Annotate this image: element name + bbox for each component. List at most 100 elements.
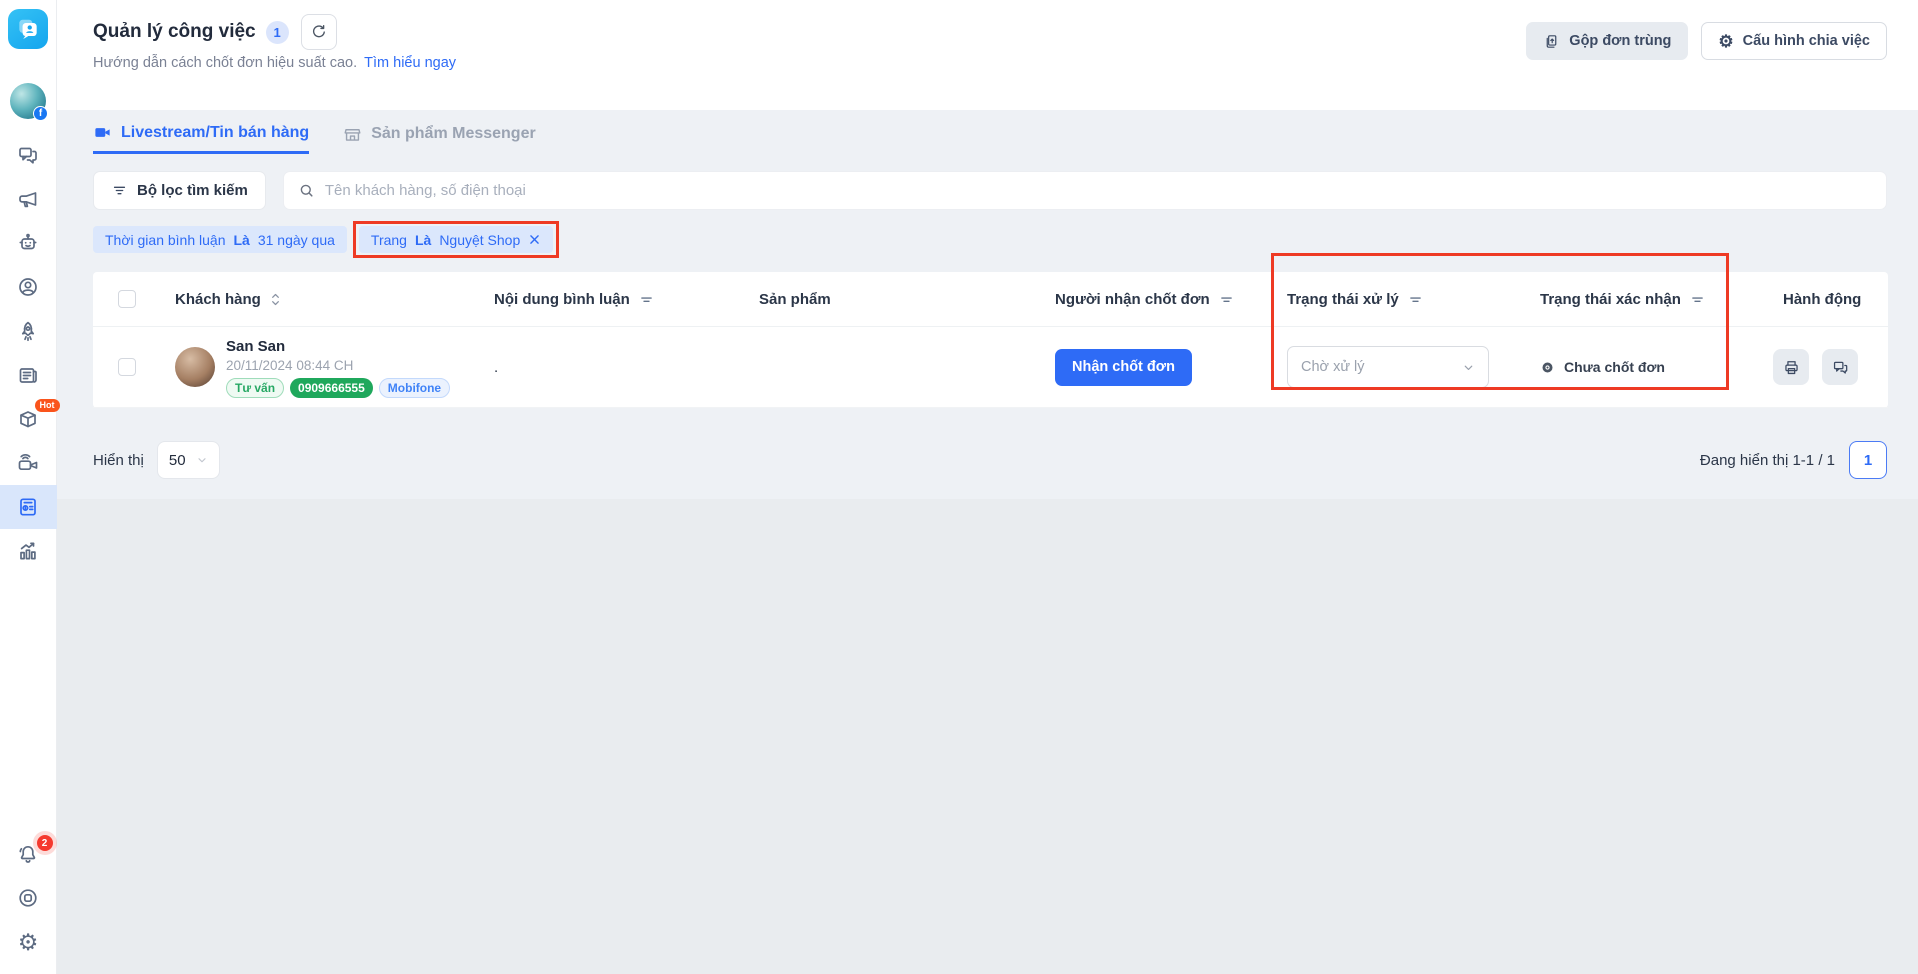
page-header-left: Quản lý công việc 1 Hướng dẫn cách chốt … [93,14,456,71]
process-status-select[interactable]: Chờ xử lý [1287,346,1489,388]
app-window: f Hot 2 ⚙ Quản lý công việc 1 Hướng dẫn … [0,0,1918,974]
refresh-icon [312,25,325,38]
megaphone-icon [19,192,37,208]
search-icon [300,184,313,197]
robot-icon [19,233,37,250]
header-cell-confirm-status: Trạng thái xác nhận [1515,291,1758,308]
page-number-button[interactable]: 1 [1849,441,1887,479]
select-all-checkbox[interactable] [118,290,136,308]
hot-badge: Hot [34,399,60,412]
chip-value: Nguyệt Shop [439,231,521,248]
filter-chip-page-wrap: Trang Là Nguyệt Shop [352,221,560,258]
refresh-button[interactable] [300,14,337,50]
cell-checkbox [93,358,150,376]
sidebar-item-conversations[interactable] [0,133,57,177]
search-input[interactable] [324,182,1872,199]
close-icon[interactable] [528,233,541,246]
header-cell-customer: Khách hàng [150,291,469,308]
column-filter-button[interactable] [1689,291,1706,308]
comment-content: . [494,358,499,376]
column-filter-button[interactable] [1407,291,1424,308]
claim-order-button[interactable]: Nhận chốt đơn [1055,348,1192,386]
pagination-range-text: Đang hiển thị 1-1 / 1 [1699,451,1835,469]
header-cell-process-status: Trạng thái xử lý [1262,291,1515,308]
print-button[interactable] [1773,349,1809,385]
subtitle-text: Hướng dẫn cách chốt đơn hiệu suất cao. [93,55,358,71]
header-cell-actions: Hành động [1758,291,1888,308]
column-filter-button[interactable] [1218,291,1235,308]
printer-icon [1784,360,1798,374]
app-logo[interactable] [8,9,48,49]
sidebar-item-marketing[interactable] [0,177,57,221]
chip-value: 31 ngày qua [257,231,335,248]
sidebar-nav: Hot [0,133,60,573]
filter-button[interactable]: Bộ lọc tìm kiếm [93,171,266,210]
cell-confirm-status: Chưa chốt đơn [1515,359,1758,375]
sidebar-item-livestream[interactable] [0,441,57,485]
cell-assignee: Nhận chốt đơn [1030,348,1262,386]
open-chat-button[interactable] [1822,349,1858,385]
cell-comment: . [469,359,734,376]
column-label: Nội dung bình luận [494,290,630,308]
filter-chip-comment-time[interactable]: Thời gian bình luận Là 31 ngày qua [93,226,347,253]
merge-documents-icon [1546,34,1557,48]
page-title: Quản lý công việc [93,21,256,42]
sidebar-item-news[interactable] [0,353,57,397]
comment-datetime: 20/11/2024 08:44 CH [226,357,354,373]
task-count-badge: 1 [265,20,289,44]
cell-process-status: Chờ xử lý [1262,346,1515,388]
filter-lines-icon [1220,296,1232,302]
cell-actions [1758,349,1888,385]
column-label: Người nhận chốt đơn [1055,290,1210,308]
page-size-value: 50 [168,451,186,469]
filter-lines-icon [641,296,652,302]
chip-prefix: Trang [370,231,407,248]
chat-bubbles-icon [1833,361,1847,374]
column-filter-button[interactable] [638,291,655,308]
tag-consult: Tư vấn [226,377,285,398]
newspaper-icon [19,368,37,383]
bell-icon [19,845,36,863]
sidebar-item-analytics[interactable] [0,529,57,573]
sidebar-item-settings[interactable]: ⚙ [0,920,57,964]
gear-icon: ⚙ [17,928,39,955]
workspace-avatar[interactable]: f [10,83,48,121]
main-area: Quản lý công việc 1 Hướng dẫn cách chốt … [57,0,1918,974]
sidebar-item-orders[interactable] [0,485,57,529]
process-status-value: Chờ xử lý [1301,359,1365,375]
page-size-label: Hiển thị [93,451,144,469]
sidebar-item-customers[interactable] [0,265,57,309]
tab-livestream-label: Livestream/Tin bán hàng [121,123,310,141]
sidebar-item-growth[interactable] [0,309,57,353]
confirm-status-value: Chưa chốt đơn [1564,359,1665,375]
sidebar-bottom-nav: 2 ⚙ [0,832,57,964]
notification-badge: 2 [36,835,53,851]
storefront-icon [344,128,361,141]
support-ring-icon [19,889,37,907]
filter-lines-icon [113,186,126,195]
row-checkbox[interactable] [118,358,136,376]
chat-bubbles-icon [19,147,37,164]
filter-chip-page[interactable]: Trang Là Nguyệt Shop [358,226,554,253]
page-header: Quản lý công việc 1 Hướng dẫn cách chốt … [57,0,1918,110]
tab-messenger-products[interactable]: Sản phẩm Messenger [343,123,536,154]
sidebar-item-products[interactable]: Hot [0,397,60,441]
table-row: San San 20/11/2024 08:44 CH Tư vấn 09096… [93,327,1888,408]
sidebar-item-support[interactable] [0,876,57,920]
tag-carrier: Mobifone [378,377,451,398]
work-assignment-config-button[interactable]: ⚙ Cấu hình chia việc [1701,22,1887,60]
sidebar-item-chatbot[interactable] [0,221,57,265]
merge-duplicate-orders-button[interactable]: Gộp đơn trùng [1526,22,1689,60]
sidebar: f Hot 2 ⚙ [0,0,60,974]
page-size-select[interactable]: 50 [156,441,220,479]
table-header-row: Khách hàng Nội dung bình luận Sản phẩm N… [93,272,1888,327]
page-subtitle: Hướng dẫn cách chốt đơn hiệu suất cao. T… [93,55,456,71]
merge-button-label: Gộp đơn trùng [1569,33,1672,49]
sidebar-item-notifications[interactable]: 2 [0,832,57,876]
tab-livestream[interactable]: Livestream/Tin bán hàng [93,123,310,154]
tag-phone: 0909666555 [290,377,373,398]
cell-customer: San San 20/11/2024 08:44 CH Tư vấn 09096… [150,337,469,398]
sort-toggle[interactable] [269,292,282,307]
chip-operator: Là [414,231,432,248]
learn-more-link[interactable]: Tìm hiểu ngay [364,55,456,71]
